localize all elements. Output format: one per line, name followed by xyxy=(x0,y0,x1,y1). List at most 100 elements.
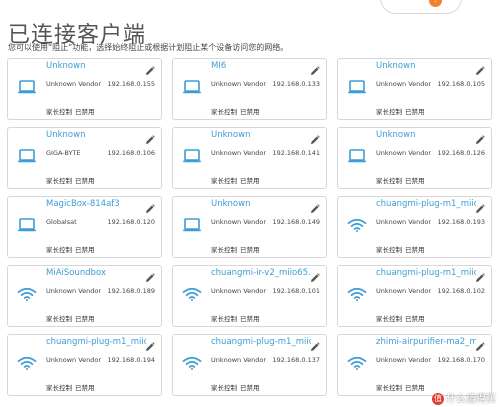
edit-icon[interactable] xyxy=(475,199,485,213)
parental-control-label: 家长控制 xyxy=(211,108,237,116)
client-name: chuangmi-plug-m1_miio... xyxy=(46,337,146,347)
parental-control-value: 已禁用 xyxy=(240,177,260,185)
client-card[interactable]: Unknown Unknown Vendor 192.168.0.126 家长控制 已禁… xyxy=(337,127,492,189)
parental-control-status[interactable]: 家长控制 已禁用 xyxy=(376,244,425,254)
client-ip: 192.168.0.170 xyxy=(437,356,485,364)
parental-control-value: 已禁用 xyxy=(405,384,425,392)
client-ip: 192.168.0.189 xyxy=(107,287,155,295)
client-ip: 192.168.0.106 xyxy=(107,149,155,157)
edit-icon[interactable] xyxy=(310,199,320,213)
page-description: 您可以使用“阻止”功能，选择始终阻止或根据计划阻止某个设备访问您的网络。 xyxy=(8,43,289,52)
parental-control-label: 家长控制 xyxy=(46,384,72,392)
watermark: 值什么值得买 xyxy=(432,390,496,405)
parental-control-status[interactable]: 家长控制 已禁用 xyxy=(46,106,95,116)
client-name: chuangmi-plug-m1_miio... xyxy=(376,268,476,278)
client-vendor: Unknown Vendor xyxy=(211,80,267,88)
client-name: MiAiSoundbox xyxy=(46,268,107,278)
parental-control-label: 家长控制 xyxy=(376,384,402,392)
parental-control-label: 家长控制 xyxy=(376,108,402,116)
client-card[interactable]: MI6 Unknown Vendor 192.168.0.133 家长控制 已禁用 xyxy=(172,58,327,120)
parental-control-status[interactable]: 家长控制 已禁用 xyxy=(46,313,95,323)
edit-icon[interactable] xyxy=(145,61,155,75)
edit-icon[interactable] xyxy=(475,61,485,75)
parental-control-status[interactable]: 家长控制 已禁用 xyxy=(46,175,95,185)
parental-control-status[interactable]: 家长控制 已禁用 xyxy=(46,382,95,392)
client-vendor: Globalsat xyxy=(46,218,77,226)
client-name: MagicBox-814af3 xyxy=(46,199,120,209)
client-name: Unknown xyxy=(211,130,251,140)
edit-icon[interactable] xyxy=(475,130,485,144)
parental-control-value: 已禁用 xyxy=(405,177,425,185)
edit-icon[interactable] xyxy=(475,337,485,351)
client-name: chuangmi-ir-v2_miio65... xyxy=(211,268,311,278)
wifi-icon xyxy=(182,356,202,370)
parental-control-status[interactable]: 家长控制 已禁用 xyxy=(211,313,260,323)
parental-control-status[interactable]: 家长控制 已禁用 xyxy=(211,382,260,392)
client-name: Unknown xyxy=(46,130,86,140)
client-ip: 192.168.0.126 xyxy=(437,149,485,157)
monitor-icon xyxy=(347,80,367,94)
wifi-icon xyxy=(17,356,37,370)
client-card[interactable]: chuangmi-plug-m1_miio... Unknown Vendor 19… xyxy=(172,334,327,396)
client-vendor: Unknown Vendor xyxy=(211,287,267,295)
account-menu[interactable] xyxy=(380,0,462,14)
edit-icon[interactable] xyxy=(475,268,485,282)
edit-icon[interactable] xyxy=(145,337,155,351)
client-name: Unknown xyxy=(46,61,86,71)
parental-control-status[interactable]: 家长控制 已禁用 xyxy=(211,175,260,185)
monitor-icon xyxy=(182,218,202,232)
client-ip: 192.168.0.194 xyxy=(107,356,155,364)
parental-control-label: 家长控制 xyxy=(376,246,402,254)
client-card[interactable]: zhimi-airpurifier-ma2_m... Unknown Vendor… xyxy=(337,334,492,396)
edit-icon[interactable] xyxy=(145,130,155,144)
client-vendor: Unknown Vendor xyxy=(376,218,432,226)
client-card[interactable]: chuangmi-plug-m1_miio... Unknown Vendor 19… xyxy=(337,196,492,258)
monitor-icon xyxy=(347,149,367,163)
parental-control-status[interactable]: 家长控制 已禁用 xyxy=(376,382,425,392)
client-card[interactable]: Unknown Unknown Vendor 192.168.0.141 家长控制 已禁… xyxy=(172,127,327,189)
client-ip: 192.168.0.102 xyxy=(437,287,485,295)
edit-icon[interactable] xyxy=(310,61,320,75)
client-card[interactable]: Unknown GIGA-BYTE 192.168.0.106 家长控制 已禁用 xyxy=(7,127,162,189)
parental-control-status[interactable]: 家长控制 已禁用 xyxy=(376,175,425,185)
client-ip: 192.168.0.101 xyxy=(272,287,320,295)
wifi-icon xyxy=(17,287,37,301)
client-card[interactable]: Unknown Unknown Vendor 192.168.0.155 家长控制 已禁… xyxy=(7,58,162,120)
monitor-icon xyxy=(17,149,37,163)
client-vendor: Unknown Vendor xyxy=(376,80,432,88)
parental-control-value: 已禁用 xyxy=(240,384,260,392)
parental-control-label: 家长控制 xyxy=(211,246,237,254)
parental-control-status[interactable]: 家长控制 已禁用 xyxy=(46,244,95,254)
wifi-icon xyxy=(347,356,367,370)
parental-control-status[interactable]: 家长控制 已禁用 xyxy=(211,244,260,254)
edit-icon[interactable] xyxy=(310,130,320,144)
parental-control-value: 已禁用 xyxy=(240,108,260,116)
parental-control-value: 已禁用 xyxy=(240,246,260,254)
watermark-logo: 值 xyxy=(432,393,444,405)
client-vendor: Unknown Vendor xyxy=(46,356,102,364)
parental-control-status[interactable]: 家长控制 已禁用 xyxy=(376,313,425,323)
client-card[interactable]: MagicBox-814af3 Globalsat 192.168.0.120 家长控… xyxy=(7,196,162,258)
edit-icon[interactable] xyxy=(310,268,320,282)
wifi-icon xyxy=(182,287,202,301)
client-vendor: Unknown Vendor xyxy=(211,356,267,364)
client-name: zhimi-airpurifier-ma2_m... xyxy=(376,337,476,347)
edit-icon[interactable] xyxy=(145,268,155,282)
client-card[interactable]: chuangmi-ir-v2_miio65... Unknown Vendor 19… xyxy=(172,265,327,327)
client-card[interactable]: Unknown Unknown Vendor 192.168.0.105 家长控制 已禁… xyxy=(337,58,492,120)
client-vendor: Unknown Vendor xyxy=(376,356,432,364)
parental-control-status[interactable]: 家长控制 已禁用 xyxy=(211,106,260,116)
client-card[interactable]: chuangmi-plug-m1_miio... Unknown Vendor 19… xyxy=(337,265,492,327)
parental-control-label: 家长控制 xyxy=(211,177,237,185)
edit-icon[interactable] xyxy=(145,199,155,213)
client-card[interactable]: Unknown Unknown Vendor 192.168.0.149 家长控制 已禁… xyxy=(172,196,327,258)
client-ip: 192.168.0.137 xyxy=(272,356,320,364)
parental-control-status[interactable]: 家长控制 已禁用 xyxy=(376,106,425,116)
client-ip: 192.168.0.149 xyxy=(272,218,320,226)
watermark-text: 什么值得买 xyxy=(446,394,496,405)
client-card[interactable]: chuangmi-plug-m1_miio... Unknown Vendor 19… xyxy=(7,334,162,396)
client-card[interactable]: MiAiSoundbox Unknown Vendor 192.168.0.189 家… xyxy=(7,265,162,327)
parental-control-value: 已禁用 xyxy=(405,315,425,323)
edit-icon[interactable] xyxy=(310,337,320,351)
client-vendor: Unknown Vendor xyxy=(376,287,432,295)
